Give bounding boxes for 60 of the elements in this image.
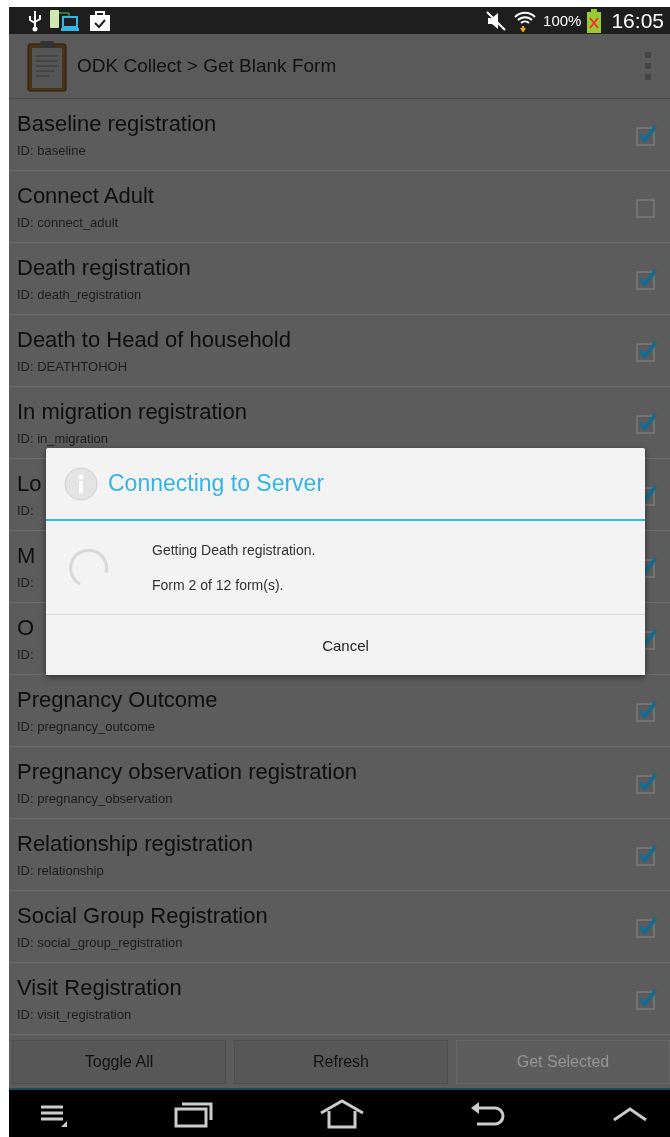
app-title: ODK Collect > Get Blank Form [77,55,338,77]
form-name: Death to Head of household [17,327,291,353]
form-id: ID: pregnancy_observation [17,791,174,806]
action-button[interactable]: Refresh [234,1040,448,1084]
home-icon[interactable] [318,1098,365,1129]
clipboard-icon [27,40,67,92]
dialog-message: Form 2 of 12 form(s). [152,577,285,593]
form-name: In migration registration [17,399,247,425]
form-id: ID: relationship [17,863,105,878]
form-list-item[interactable]: Visit Registration ID: visit_registration [9,963,670,1035]
form-id: ID: connect_adult [17,215,120,230]
form-name: Lo [17,471,42,497]
clock: 16:05 [611,8,664,33]
form-list-item[interactable]: Death to Head of household ID: DEATHTOHOH [9,315,670,387]
form-name: Baseline registration [17,111,217,137]
mute-icon [485,9,508,32]
form-name: Pregnancy Outcome [17,687,218,713]
checkbox[interactable] [634,986,658,1011]
dialog-message: Getting Death registration. [152,542,316,558]
form-list-item[interactable]: Connect Adult ID: connect_adult [9,171,670,243]
form-list-item[interactable]: Relationship registration ID: relationship [9,819,670,891]
form-id: ID: DEATHTOHOH [17,359,129,374]
checkbox[interactable] [634,338,658,363]
form-name: Pregnancy observation registration [17,759,357,785]
form-list-item[interactable]: Pregnancy observation registration ID: pregnancy_observation [9,747,670,819]
form-id: ID: social_group_registration [17,935,184,950]
checkbox[interactable] [634,410,658,435]
form-id: ID: in_migration [17,431,110,446]
wifi-icon [513,9,538,32]
cancel-button[interactable]: Cancel [46,615,645,675]
form-id: ID: visit_registration [17,1007,133,1022]
form-list-item[interactable]: Death registration ID: death_registration [9,243,670,315]
checkbox[interactable] [634,122,658,147]
form-id: ID: baseline [17,143,87,158]
usb-icon [27,9,43,32]
battery-percent: 100% [543,12,582,29]
checkbox[interactable] [634,698,658,723]
form-id: ID: [17,503,35,518]
checkbox[interactable] [634,914,658,939]
battery-icon [587,8,602,33]
form-name: Social Group Registration [17,903,268,929]
checkbox[interactable] [634,842,658,867]
form-id: ID: death_registration [17,287,143,302]
form-name: Connect Adult [17,183,154,209]
form-id: ID: pregnancy_outcome [17,719,157,734]
info-icon [64,466,98,501]
checkbox[interactable] [634,266,658,291]
checkbox[interactable] [634,770,658,795]
dialog-title: Connecting to Server [108,470,325,497]
chevron-up-icon[interactable] [612,1105,648,1122]
form-list-item[interactable]: Baseline registration ID: baseline [9,99,670,171]
form-name: M [17,543,36,569]
form-id: ID: [17,575,35,590]
form-name: O [17,615,35,641]
form-name: Visit Registration [17,975,182,1001]
form-list-item[interactable]: Social Group Registration ID: social_group_registration [9,891,670,963]
form-name: Death registration [17,255,191,281]
form-name: Relationship registration [17,831,254,857]
form-id: ID: [17,647,35,662]
action-button[interactable]: Toggle All [12,1040,226,1084]
